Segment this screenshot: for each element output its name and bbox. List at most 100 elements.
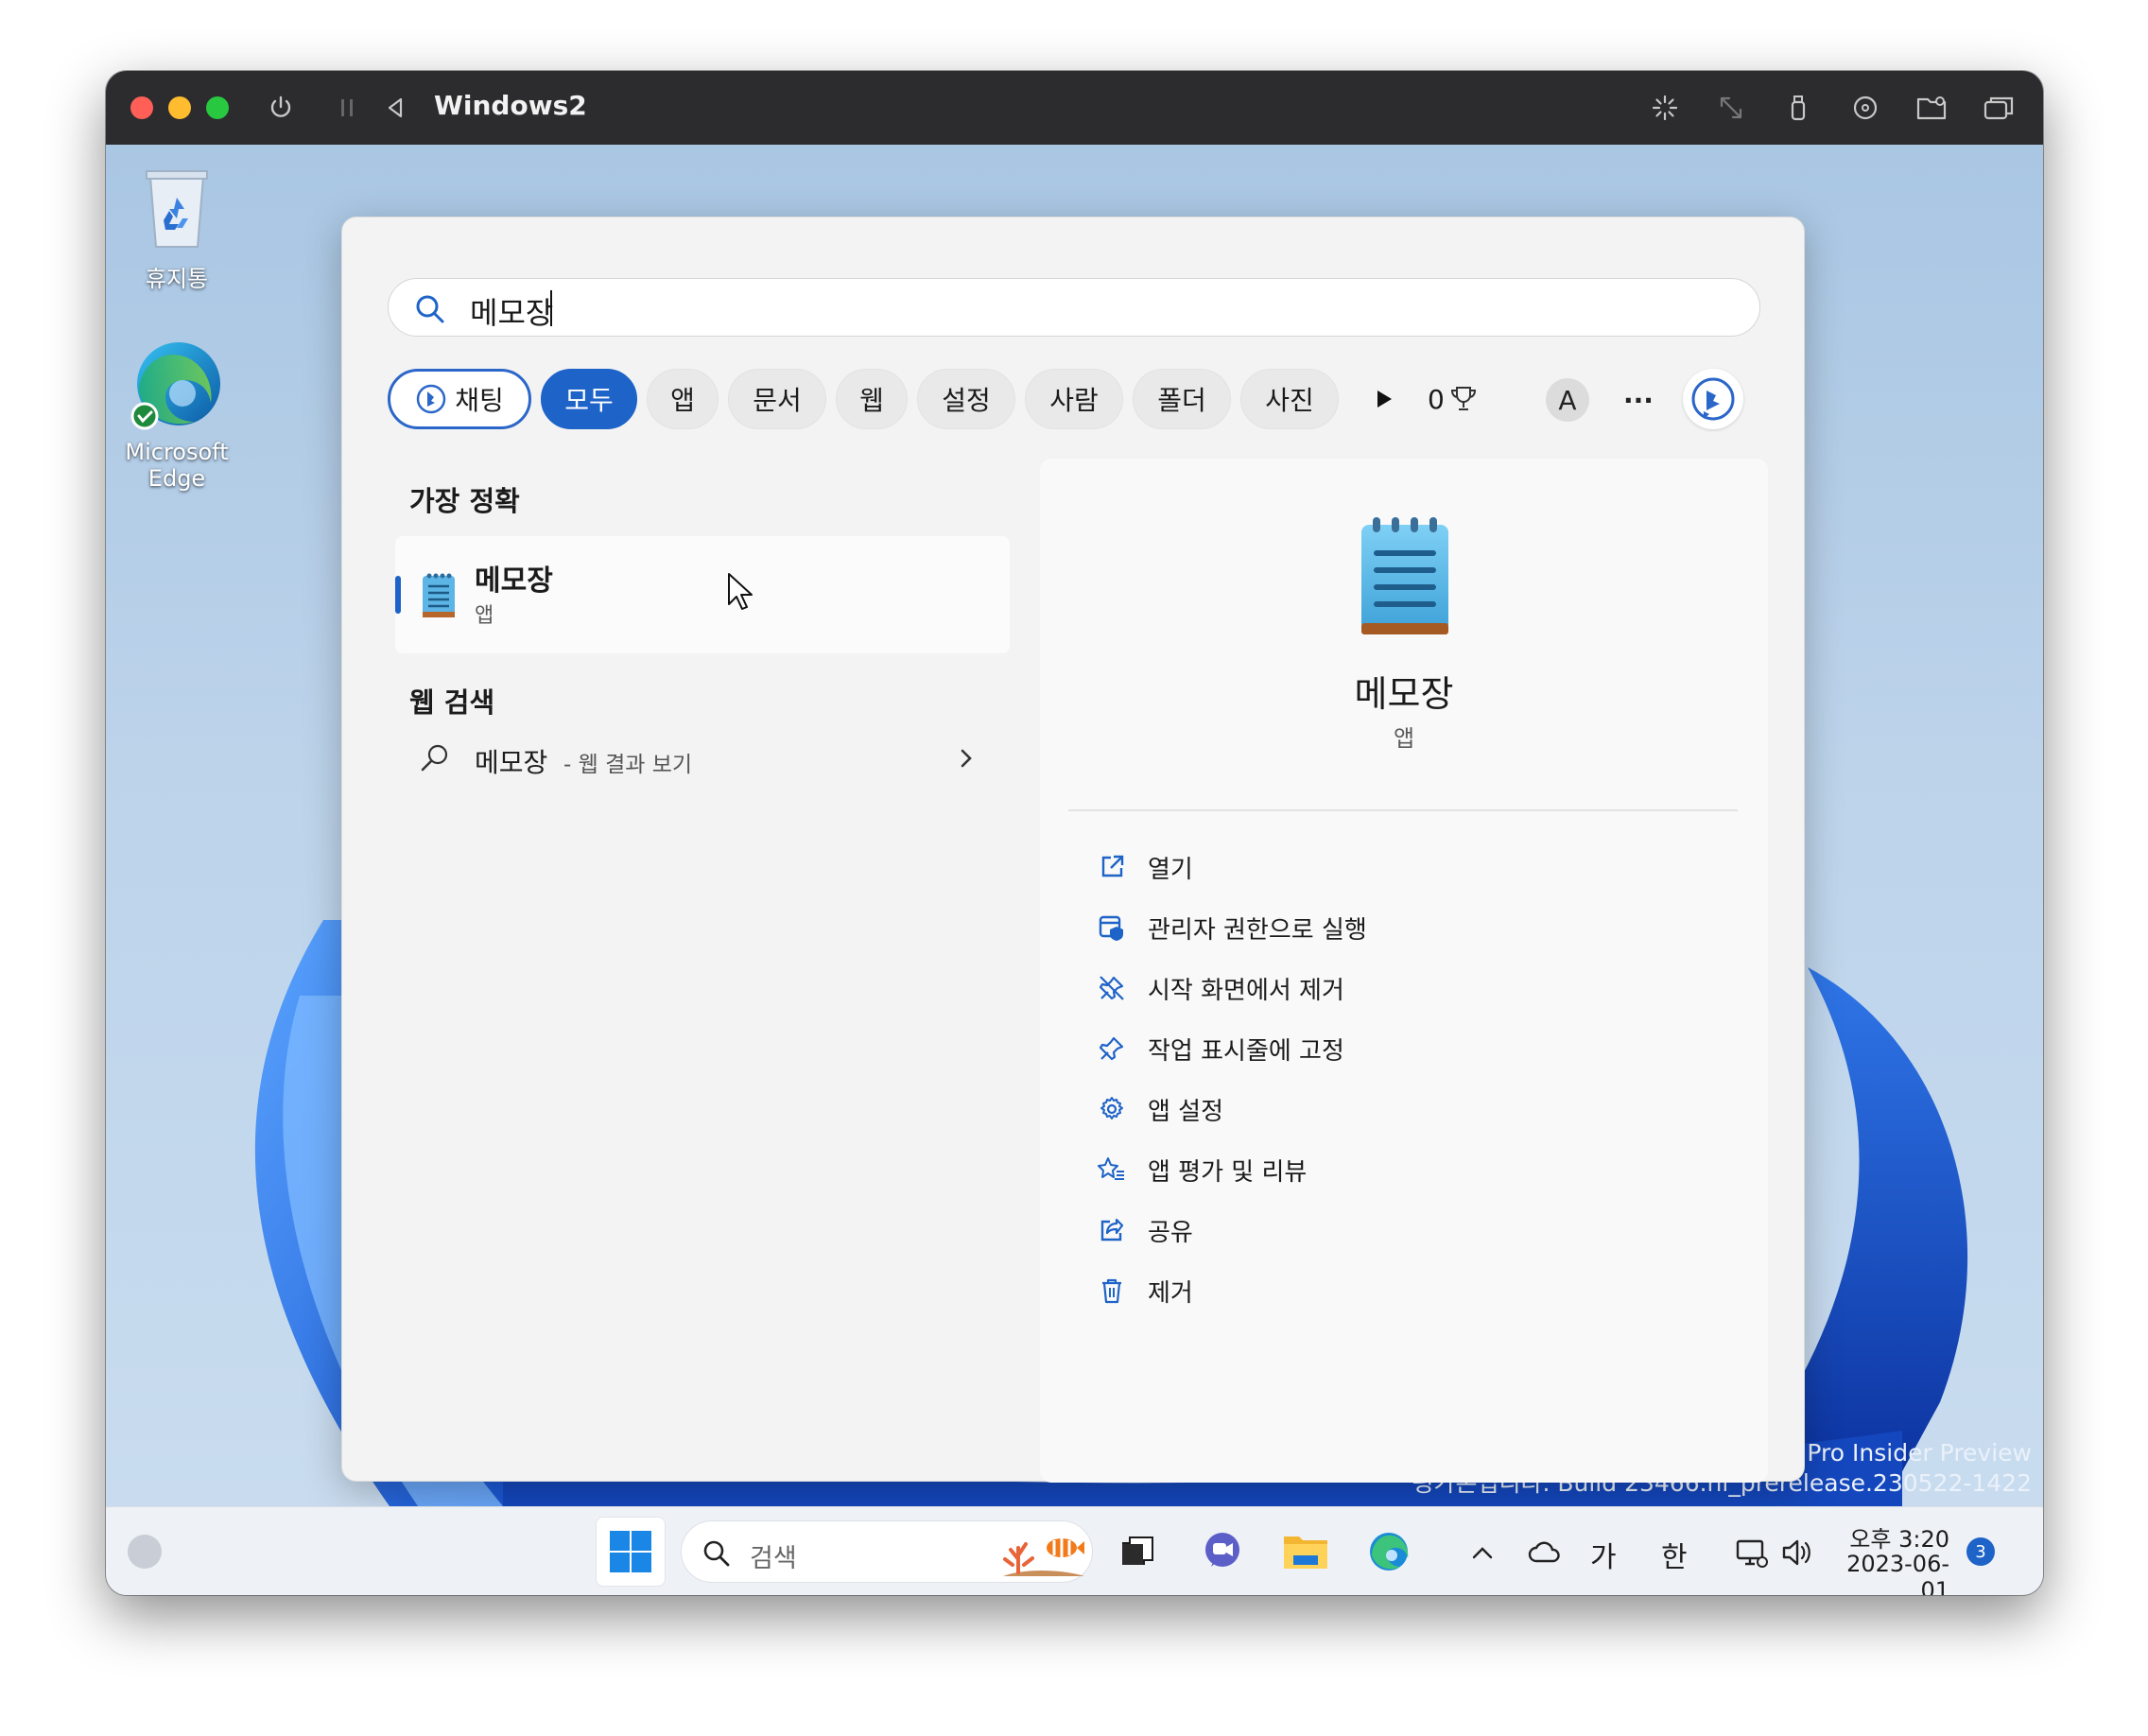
chip-settings[interactable]: 설정 (917, 369, 1015, 429)
chip-folders[interactable]: 폴더 (1133, 369, 1231, 429)
gear-icon (1095, 1092, 1129, 1126)
clock-time: 오후 3:20 (1849, 1526, 1949, 1553)
preview-divider (1068, 809, 1738, 811)
task-view-button[interactable] (1108, 1522, 1167, 1581)
web-search-result[interactable]: 메모장 - 웹 결과 보기 (395, 723, 1010, 791)
action-unpin-start[interactable]: 시작 화면에서 제거 (1095, 966, 1344, 1010)
taskbar-search-placeholder: 검색 (750, 1544, 797, 1573)
rewards-points[interactable]: 0 (1428, 380, 1479, 418)
chevron-right-icon (961, 749, 972, 768)
share-icon (1095, 1213, 1129, 1247)
best-match-name: 메모장 (475, 564, 553, 598)
search-icon (414, 293, 446, 329)
folder-icon[interactable] (1915, 92, 1948, 124)
pin-icon (1095, 1032, 1129, 1066)
chip-web[interactable]: 웹 (836, 369, 908, 429)
bing-chat-icon (416, 384, 446, 414)
selection-indicator (395, 576, 401, 614)
best-match-type: 앱 (475, 604, 494, 628)
desktop-icon-label: 휴지통 (145, 266, 209, 292)
taskbar: 검색 가 한 오후 3:20 2023-06-01 3 (106, 1506, 2043, 1595)
volume-button[interactable] (1777, 1534, 1815, 1571)
bing-button[interactable] (1683, 369, 1743, 429)
minimize-button[interactable] (168, 96, 191, 119)
windows-icon[interactable] (1983, 92, 2015, 124)
desktop-icon-edge[interactable]: Microsoft Edge (120, 339, 234, 492)
resize-icon[interactable] (1715, 92, 1747, 124)
chip-documents[interactable]: 문서 (728, 369, 826, 429)
onedrive-button[interactable] (1526, 1536, 1564, 1570)
edge-icon (130, 342, 220, 430)
watermark-edition: 11 Pro Insider Preview (1769, 1439, 2032, 1467)
star-review-icon (1095, 1153, 1129, 1187)
admin-shield-icon (1095, 911, 1129, 945)
action-uninstall[interactable]: 제거 (1095, 1269, 1193, 1312)
search-panel: 메모장 채팅 모두 앱 문서 웹 설정 사람 폴더 사진 0 A ··· 가장 … (341, 217, 1805, 1483)
taskbar-search-box[interactable]: 검색 (681, 1520, 1093, 1583)
chip-label: 웹 (859, 385, 884, 416)
chip-apps[interactable]: 앱 (647, 369, 719, 429)
zoom-button[interactable] (206, 96, 229, 119)
action-app-settings[interactable]: 앱 설정 (1095, 1087, 1223, 1131)
mouse-cursor-icon (728, 573, 753, 610)
chip-label: 앱 (670, 385, 695, 416)
chip-label: 설정 (942, 385, 991, 416)
more-options-button[interactable]: ··· (1617, 378, 1660, 422)
chip-label: 사진 (1265, 385, 1314, 416)
file-explorer-button[interactable] (1276, 1522, 1335, 1581)
chip-label: 사람 (1049, 385, 1099, 416)
preview-app-type: 앱 (1393, 725, 1415, 752)
usb-icon[interactable] (1782, 92, 1814, 124)
search-input[interactable]: 메모장 (388, 278, 1760, 337)
speaker-icon (1782, 1539, 1810, 1566)
windows-logo-icon (610, 1531, 651, 1572)
ime-mode-ga[interactable]: 가 (1590, 1534, 1617, 1575)
clock-date: 2023-06-01 (1846, 1551, 1949, 1595)
desktop-icon-label: Edge (147, 465, 206, 492)
action-rate-review[interactable]: 앱 평가 및 리뷰 (1095, 1148, 1307, 1191)
action-share[interactable]: 공유 (1095, 1208, 1193, 1252)
clock-button[interactable]: 오후 3:20 2023-06-01 (1836, 1520, 1949, 1595)
power-icon[interactable] (265, 92, 297, 124)
open-external-icon (1095, 850, 1129, 884)
back-icon[interactable] (379, 92, 411, 124)
start-button[interactable] (596, 1517, 666, 1587)
edge-taskbar-button[interactable] (1360, 1522, 1418, 1581)
network-button[interactable] (1732, 1534, 1770, 1571)
action-pin-taskbar[interactable]: 작업 표시줄에 고정 (1095, 1027, 1344, 1070)
window-titlebar: Windows2 (106, 71, 2043, 145)
preview-pane: 메모장 앱 열기 관리자 권한으로 실행 시작 화면에서 제거 작업 표시줄에 … (1040, 459, 1768, 1483)
desktop-icon-label: Microsoft (125, 439, 229, 465)
chip-all[interactable]: 모두 (541, 369, 637, 429)
best-match-result[interactable]: 메모장 앱 (395, 536, 1010, 653)
search-query-text: 메모장 (470, 295, 554, 331)
brightness-icon[interactable] (1649, 92, 1681, 124)
teams-chat-button[interactable] (1193, 1522, 1252, 1581)
task-view-icon (1122, 1536, 1153, 1565)
trophy-icon (1450, 387, 1476, 410)
window-title: Windows2 (434, 90, 587, 121)
chip-chat[interactable]: 채팅 (388, 369, 531, 429)
desktop-icon-recycle-bin[interactable]: 휴지통 (120, 164, 234, 293)
action-label: 관리자 권한으로 실행 (1148, 915, 1367, 945)
section-title-web-search: 웹 검색 (409, 686, 495, 719)
action-open[interactable]: 열기 (1095, 845, 1193, 889)
disc-icon[interactable] (1849, 92, 1881, 124)
web-search-icon (421, 744, 448, 772)
search-icon (703, 1540, 730, 1567)
widgets-button[interactable] (119, 1526, 170, 1577)
notepad-icon (423, 573, 455, 617)
pause-icon[interactable] (331, 92, 363, 124)
action-label: 시작 화면에서 제거 (1148, 976, 1344, 1005)
show-hidden-icons-button[interactable] (1465, 1536, 1499, 1570)
action-run-as-admin[interactable]: 관리자 권한으로 실행 (1095, 906, 1367, 949)
more-filters-play-icon[interactable] (1367, 382, 1401, 416)
action-label: 열기 (1148, 855, 1193, 884)
ime-mode-han[interactable]: 한 (1661, 1534, 1688, 1575)
close-button[interactable] (130, 96, 153, 119)
chip-label: 폴더 (1157, 385, 1206, 416)
chip-people[interactable]: 사람 (1025, 369, 1123, 429)
notification-badge[interactable]: 3 (1966, 1537, 1995, 1566)
account-avatar[interactable]: A (1546, 378, 1589, 422)
chip-photos[interactable]: 사진 (1240, 369, 1339, 429)
